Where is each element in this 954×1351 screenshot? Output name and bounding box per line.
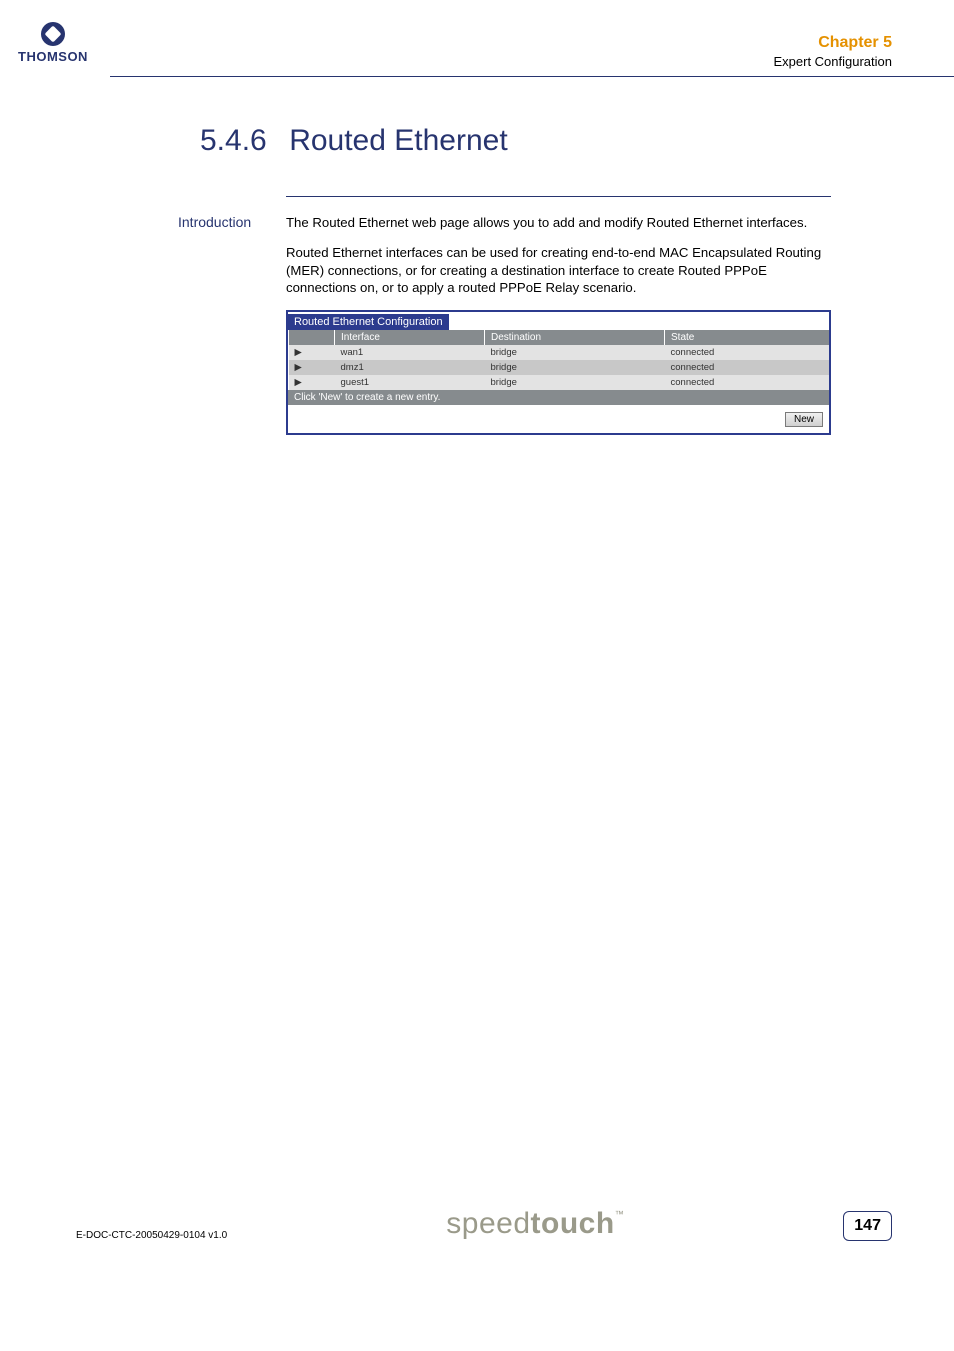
table-header-row: Interface Destination State [289, 330, 830, 345]
intro-body: The Routed Ethernet web page allows you … [286, 214, 831, 309]
col-blank [289, 330, 335, 345]
section-number: 5.4.6 [200, 124, 267, 158]
chapter-label: Chapter 5 [773, 34, 892, 52]
speedtouch-logo-b: touch [531, 1207, 615, 1240]
doc-id: E-DOC-CTC-20050429-0104 v1.0 [76, 1230, 227, 1241]
cell-interface: dmz1 [335, 360, 485, 375]
thomson-logo-icon [41, 22, 65, 46]
cell-destination: bridge [485, 375, 665, 390]
thomson-brand: THOMSON [18, 49, 88, 64]
cell-destination: bridge [485, 360, 665, 375]
col-destination: Destination [485, 330, 665, 345]
cell-destination: bridge [485, 345, 665, 360]
section-rule [286, 196, 831, 197]
header-divider [110, 76, 954, 77]
intro-paragraph-1: The Routed Ethernet web page allows you … [286, 214, 831, 232]
header-right: Chapter 5 Expert Configuration [773, 34, 892, 69]
speedtouch-logo-a: speed [446, 1207, 530, 1240]
config-table: Interface Destination State ▶ wan1 bridg… [288, 330, 829, 390]
expand-arrow-icon[interactable]: ▶ [289, 345, 335, 360]
table-row[interactable]: ▶ guest1 bridge connected [289, 375, 830, 390]
routed-ethernet-config-panel: Routed Ethernet Configuration Interface … [286, 310, 831, 435]
config-hint: Click 'New' to create a new entry. [288, 390, 829, 405]
cell-state: connected [665, 360, 830, 375]
trademark-symbol: ™ [615, 1209, 625, 1219]
section-title: 5.4.6 Routed Ethernet [200, 124, 508, 158]
table-row[interactable]: ▶ wan1 bridge connected [289, 345, 830, 360]
config-footer: New [288, 405, 829, 433]
cell-interface: guest1 [335, 375, 485, 390]
table-row[interactable]: ▶ dmz1 bridge connected [289, 360, 830, 375]
expand-arrow-icon[interactable]: ▶ [289, 360, 335, 375]
new-button[interactable]: New [785, 412, 823, 427]
intro-paragraph-2: Routed Ethernet interfaces can be used f… [286, 244, 831, 297]
section-name: Routed Ethernet [289, 124, 507, 158]
cell-state: connected [665, 345, 830, 360]
intro-heading: Introduction [178, 214, 251, 230]
thomson-logo: THOMSON [18, 22, 88, 64]
cell-state: connected [665, 375, 830, 390]
cell-interface: wan1 [335, 345, 485, 360]
config-title: Routed Ethernet Configuration [288, 314, 449, 330]
expand-arrow-icon[interactable]: ▶ [289, 375, 335, 390]
page-header: THOMSON Chapter 5 Expert Configuration [0, 0, 954, 86]
page-footer: E-DOC-CTC-20050429-0104 v1.0 speedtouch™… [76, 1207, 892, 1241]
chapter-subtitle: Expert Configuration [773, 54, 892, 69]
col-state: State [665, 330, 830, 345]
page-number: 147 [843, 1211, 892, 1241]
speedtouch-logo: speedtouch™ [446, 1207, 624, 1241]
col-interface: Interface [335, 330, 485, 345]
